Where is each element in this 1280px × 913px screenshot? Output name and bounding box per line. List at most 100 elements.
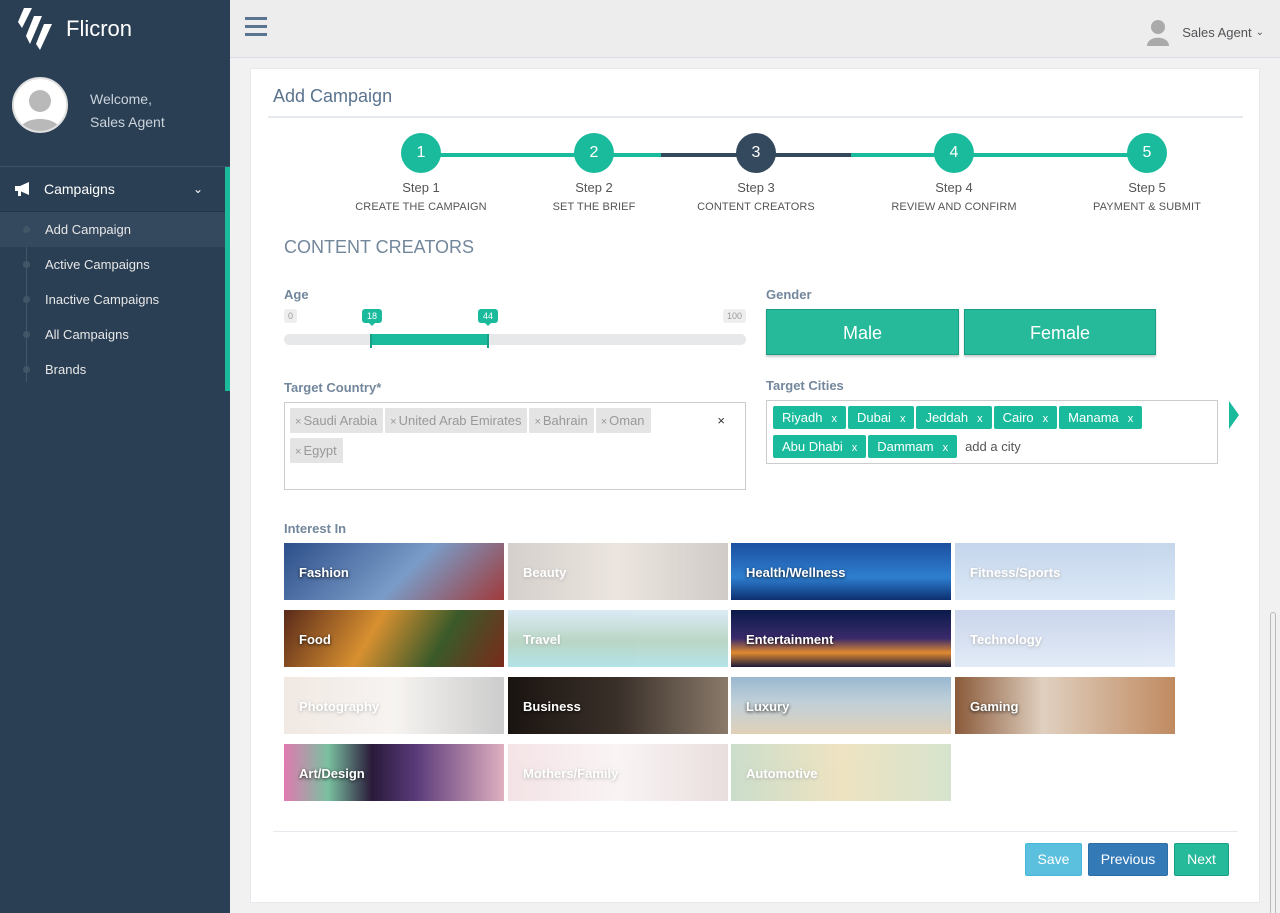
remove-tag-icon[interactable]: x <box>900 413 906 425</box>
interest-label: Interest In <box>284 521 347 536</box>
previous-button[interactable]: Previous <box>1088 843 1168 876</box>
profile-name: Sales Agent <box>90 114 165 130</box>
user-avatar-icon <box>1147 20 1170 46</box>
gender-female-button[interactable]: Female <box>964 309 1156 355</box>
interest-label: Photography <box>299 699 380 714</box>
interest-tile-mothers-family[interactable]: Mothers/Family <box>508 744 728 801</box>
wizard-step-4[interactable]: 4 Step 4 REVIEW AND CONFIRM <box>854 133 1054 213</box>
remove-tag-icon[interactable]: × <box>534 416 540 428</box>
remove-tag-icon[interactable]: × <box>601 416 607 428</box>
add-campaign-panel: Add Campaign 1 Step 1 CREATE THE CAMPAIG… <box>250 68 1260 903</box>
wizard-step-3[interactable]: 3 Step 3 CONTENT CREATORS <box>656 133 856 213</box>
interest-tile-fashion[interactable]: Fashion <box>284 543 504 600</box>
remove-tag-icon[interactable]: x <box>977 413 983 425</box>
country-tag[interactable]: × Egypt <box>290 438 343 463</box>
interest-tile-travel[interactable]: Travel <box>508 610 728 667</box>
country-tag[interactable]: × Oman <box>595 408 651 433</box>
city-tag[interactable]: Dubai x <box>847 406 915 429</box>
add-city-input[interactable]: add a city <box>965 439 1021 454</box>
profile: Welcome, Sales Agent <box>12 77 165 134</box>
sidebar-item-label: Inactive Campaigns <box>45 292 160 307</box>
clear-all-icon[interactable]: × <box>717 413 725 428</box>
nav-campaigns-label: Campaigns <box>44 181 115 197</box>
remove-tag-icon[interactable]: x <box>943 442 949 454</box>
city-tag[interactable]: Dammam x <box>868 435 958 458</box>
nav-campaigns-toggle[interactable]: Campaigns ⌄ <box>0 167 225 212</box>
interest-tile-entertainment[interactable]: Entertainment <box>731 610 951 667</box>
wizard-steps: 1 Step 1 CREATE THE CAMPAIGN 2 Step 2 SE… <box>251 69 1261 219</box>
city-tag[interactable]: Jeddah x <box>916 406 992 429</box>
age-max-label: 100 <box>723 309 747 323</box>
sidebar-item-label: Add Campaign <box>45 222 131 237</box>
remove-tag-icon[interactable]: x <box>852 442 858 454</box>
country-tag[interactable]: × United Arab Emirates <box>385 408 528 433</box>
country-tag[interactable]: × Saudi Arabia <box>290 408 384 433</box>
interest-tile-health-wellness[interactable]: Health/Wellness <box>731 543 951 600</box>
tag-label: Egypt <box>303 443 337 458</box>
next-button[interactable]: Next <box>1174 843 1229 876</box>
sidebar-item-brands[interactable]: Brands <box>0 352 225 387</box>
wizard-step-5[interactable]: 5 Step 5 PAYMENT & SUBMIT <box>1047 133 1247 213</box>
city-tag[interactable]: Cairo x <box>993 406 1058 429</box>
sidebar-item-label: Brands <box>45 362 87 377</box>
interest-tile-gaming[interactable]: Gaming <box>955 677 1175 734</box>
user-silhouette-icon <box>20 90 60 131</box>
interest-label: Gaming <box>970 699 1019 714</box>
sidebar-item-active-campaigns[interactable]: Active Campaigns <box>0 247 225 282</box>
step-description: PAYMENT & SUBMIT <box>1093 201 1201 213</box>
cities-label: Target Cities <box>766 378 844 393</box>
country-multiselect[interactable]: × Saudi Arabia × United Arab Emirates × Bahra… <box>284 402 746 490</box>
save-button[interactable]: Save <box>1025 843 1082 876</box>
country-label: Target Country* <box>284 380 382 395</box>
remove-tag-icon[interactable]: x <box>1128 413 1134 425</box>
user-menu[interactable]: Sales Agent ⌄ <box>1146 18 1264 46</box>
remove-tag-icon[interactable]: x <box>831 413 837 425</box>
interest-tile-luxury[interactable]: Luxury <box>731 677 951 734</box>
interest-tile-art-design[interactable]: Art/Design <box>284 744 504 801</box>
footer-divider <box>273 831 1238 832</box>
avatar <box>12 77 68 133</box>
interest-tile-technology[interactable]: Technology <box>955 610 1175 667</box>
age-slider-range <box>371 334 488 345</box>
country-tag[interactable]: × Bahrain <box>529 408 594 433</box>
chevron-down-icon: ⌄ <box>192 182 203 196</box>
gender-male-button[interactable]: Male <box>766 309 959 355</box>
interest-tile-fitness-sports[interactable]: Fitness/Sports <box>955 543 1175 600</box>
remove-tag-icon[interactable]: × <box>295 416 301 428</box>
interest-tile-photography[interactable]: Photography <box>284 677 504 734</box>
sidebar-item-all-campaigns[interactable]: All Campaigns <box>0 317 225 352</box>
interest-tile-food[interactable]: Food <box>284 610 504 667</box>
interest-tile-beauty[interactable]: Beauty <box>508 543 728 600</box>
caret-right-icon <box>1229 401 1239 429</box>
age-min-label: 0 <box>284 309 298 323</box>
remove-tag-icon[interactable]: × <box>390 416 396 428</box>
city-tag[interactable]: Manama x <box>1059 406 1143 429</box>
sidebar-item-inactive-campaigns[interactable]: Inactive Campaigns <box>0 282 225 317</box>
age-slider[interactable] <box>284 334 746 348</box>
brand[interactable]: Flicron <box>0 0 230 58</box>
age-to-handle[interactable] <box>487 334 489 348</box>
menu-toggle-icon[interactable] <box>245 17 267 37</box>
step-number: 2 <box>574 133 614 173</box>
remove-tag-icon[interactable]: x <box>1043 413 1049 425</box>
sidebar-item-add-campaign[interactable]: Add Campaign <box>0 212 225 247</box>
wizard-step-1[interactable]: 1 Step 1 CREATE THE CAMPAIGN <box>321 133 521 213</box>
tag-label: Dubai <box>856 410 891 425</box>
step-number: 5 <box>1127 133 1167 173</box>
interest-label: Mothers/Family <box>523 766 619 781</box>
interest-tile-automotive[interactable]: Automotive <box>731 744 951 801</box>
age-from-handle[interactable] <box>370 334 372 348</box>
interest-label: Art/Design <box>299 766 365 781</box>
city-tag[interactable]: Abu Dhabi x <box>773 435 867 458</box>
interest-tile-business[interactable]: Business <box>508 677 728 734</box>
interest-label: Luxury <box>746 699 790 714</box>
step-label: Step 1 <box>402 180 440 195</box>
step-description: CREATE THE CAMPAIGN <box>355 201 487 213</box>
scrollbar[interactable] <box>1270 612 1276 913</box>
sidebar: Flicron Welcome, Sales Agent Campaigns ⌄… <box>0 0 230 913</box>
remove-tag-icon[interactable]: × <box>295 446 301 458</box>
city-tag[interactable]: Riyadh x <box>773 406 846 429</box>
step-description: REVIEW AND CONFIRM <box>891 201 1017 213</box>
bullet-dot <box>23 366 30 373</box>
cities-tag-input[interactable]: Riyadh x Dubai x Jeddah x Cairo x Manama x Abu Dha… <box>766 400 1218 464</box>
